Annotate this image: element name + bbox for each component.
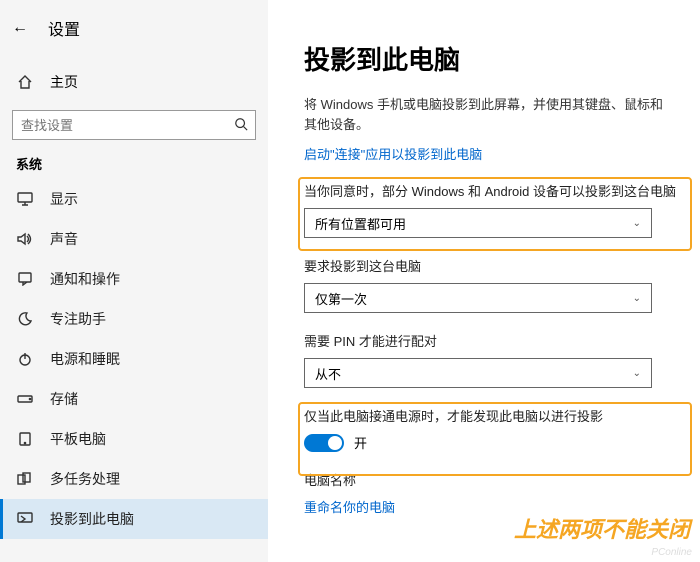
settings-sidebar: ← 设置 主页 系统 显示声音通知和操作专注助手电源和睡眠存储平板电脑多任务处理… [0, 0, 268, 562]
page-title: 投影到此电脑 [304, 40, 680, 77]
toggle-state: 开 [354, 433, 367, 452]
sidebar-item-label: 存储 [50, 389, 78, 409]
search-box[interactable] [12, 110, 256, 140]
plugged-in-toggle[interactable] [304, 434, 344, 452]
group-ask-to-project: 要求投影到这台电脑 仅第一次 ⌄ [304, 256, 680, 313]
sound-icon [16, 232, 34, 246]
dropdown-value: 从不 [315, 364, 341, 383]
group-projection-consent: 当你同意时，部分 Windows 和 Android 设备可以投影到这台电脑 所… [304, 181, 680, 238]
sidebar-item-display[interactable]: 显示 [0, 179, 268, 219]
sidebar-item-notifications[interactable]: 通知和操作 [0, 259, 268, 299]
page-description: 将 Windows 手机或电脑投影到此屏幕，并使用其键盘、鼠标和其他设备。 [304, 95, 674, 134]
chevron-down-icon: ⌄ [633, 368, 641, 379]
display-icon [16, 192, 34, 206]
sidebar-item-label: 主页 [50, 72, 78, 92]
sidebar-item-label: 投影到此电脑 [50, 509, 134, 529]
home-icon [16, 74, 34, 90]
group-plugged-in-only: 仅当此电脑接通电源时，才能发现此电脑以进行投影 开 [304, 406, 680, 452]
annotation-text: 上述两项不能关闭 [514, 512, 690, 544]
projection-consent-dropdown[interactable]: 所有位置都可用 ⌄ [304, 208, 652, 238]
dropdown-label: 要求投影到这台电脑 [304, 256, 680, 275]
sidebar-item-focus[interactable]: 专注助手 [0, 299, 268, 339]
section-title: 系统 [0, 154, 268, 179]
dropdown-value: 所有位置都可用 [315, 214, 406, 233]
sidebar-item-power[interactable]: 电源和睡眠 [0, 339, 268, 379]
power-icon [16, 352, 34, 366]
project-icon [16, 512, 34, 526]
storage-icon [16, 393, 34, 405]
sidebar-item-storage[interactable]: 存储 [0, 379, 268, 419]
back-button[interactable]: ← [12, 19, 28, 37]
search-input[interactable] [13, 118, 227, 133]
group-pc-name: 电脑名称 重命名你的电脑 [304, 470, 680, 516]
dropdown-label: 当你同意时，部分 Windows 和 Android 设备可以投影到这台电脑 [304, 181, 680, 200]
multitask-icon [16, 472, 34, 486]
require-pin-dropdown[interactable]: 从不 ⌄ [304, 358, 652, 388]
sidebar-item-label: 电源和睡眠 [50, 349, 120, 369]
sidebar-item-label: 平板电脑 [50, 429, 106, 449]
watermark: PConline [651, 547, 692, 558]
sidebar-item-tablet[interactable]: 平板电脑 [0, 419, 268, 459]
pc-name-label: 电脑名称 [304, 470, 680, 489]
ask-to-project-dropdown[interactable]: 仅第一次 ⌄ [304, 283, 652, 313]
main-panel: 投影到此电脑 将 Windows 手机或电脑投影到此屏幕，并使用其键盘、鼠标和其… [268, 0, 700, 562]
sidebar-item-sound[interactable]: 声音 [0, 219, 268, 259]
sidebar-item-project[interactable]: 投影到此电脑 [0, 499, 268, 539]
sidebar-item-label: 显示 [50, 189, 78, 209]
tablet-icon [16, 432, 34, 446]
chevron-down-icon: ⌄ [633, 293, 641, 304]
dropdown-label: 需要 PIN 才能进行配对 [304, 331, 680, 350]
sidebar-item-multitask[interactable]: 多任务处理 [0, 459, 268, 499]
group-require-pin: 需要 PIN 才能进行配对 从不 ⌄ [304, 331, 680, 388]
chevron-down-icon: ⌄ [633, 218, 641, 229]
sidebar-item-label: 通知和操作 [50, 269, 120, 289]
sidebar-item-home[interactable]: 主页 [0, 62, 268, 102]
sidebar-item-label: 多任务处理 [50, 469, 120, 489]
focus-icon [16, 312, 34, 326]
search-icon [227, 117, 255, 134]
window-title: 设置 [48, 16, 80, 40]
sidebar-item-label: 专注助手 [50, 309, 106, 329]
dropdown-value: 仅第一次 [315, 289, 367, 308]
launch-connect-link[interactable]: 启动"连接"应用以投影到此电脑 [304, 144, 680, 163]
sidebar-item-label: 声音 [50, 229, 78, 249]
notifications-icon [16, 272, 34, 286]
toggle-label: 仅当此电脑接通电源时，才能发现此电脑以进行投影 [304, 406, 680, 425]
